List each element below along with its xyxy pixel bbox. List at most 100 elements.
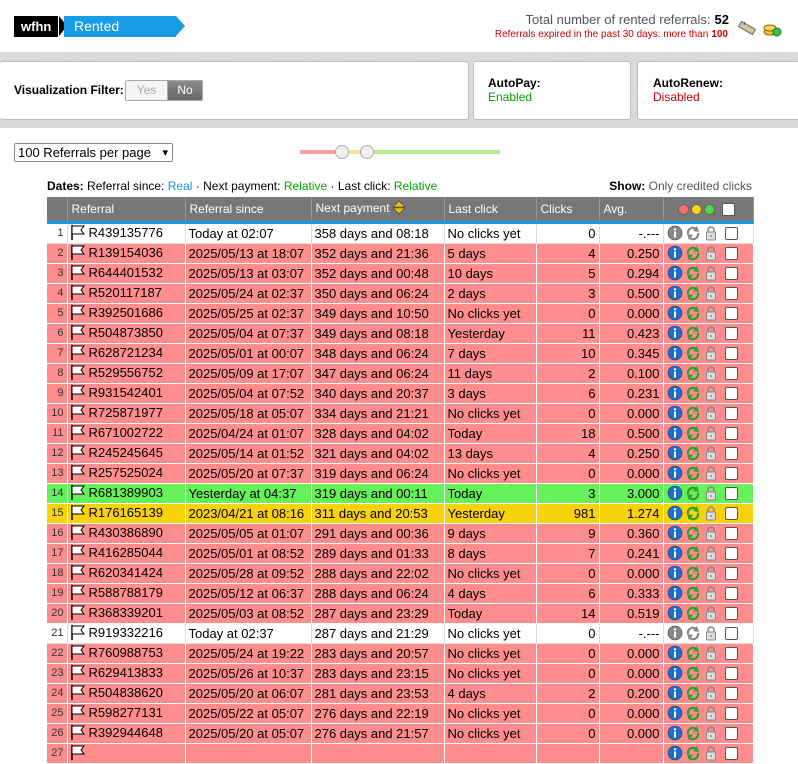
recycle-icon[interactable] bbox=[685, 505, 701, 521]
referral-cell[interactable]: R931542401 bbox=[67, 383, 186, 404]
table-row[interactable]: 4 R520117187 2025/05/24 at 02:37 350 days a… bbox=[47, 283, 754, 304]
referral-cell[interactable]: R245245645 bbox=[67, 443, 186, 464]
table-row[interactable]: 25 R598277131 2025/05/22 at 05:07 276 days … bbox=[47, 703, 754, 724]
lock-icon[interactable] bbox=[703, 745, 719, 761]
recycle-icon[interactable] bbox=[685, 545, 701, 561]
table-row[interactable]: 20 R368339201 2025/05/03 at 08:52 287 days … bbox=[47, 603, 754, 624]
referral-cell[interactable]: R644401532 bbox=[67, 263, 186, 284]
select-all-checkbox[interactable] bbox=[721, 202, 735, 216]
table-row[interactable]: 8 R529556752 2025/05/09 at 17:07 347 days a… bbox=[47, 363, 754, 384]
info-icon[interactable] bbox=[667, 485, 683, 501]
row-checkbox[interactable] bbox=[724, 566, 738, 580]
red-filter-icon[interactable] bbox=[677, 203, 689, 215]
lock-icon[interactable] bbox=[703, 325, 719, 341]
flag-icon[interactable] bbox=[70, 504, 86, 523]
recycle-icon[interactable] bbox=[685, 405, 701, 421]
lock-icon[interactable] bbox=[703, 565, 719, 581]
row-checkbox[interactable] bbox=[724, 606, 738, 620]
info-icon[interactable] bbox=[667, 465, 683, 481]
flag-icon[interactable] bbox=[70, 424, 86, 443]
referral-cell[interactable]: R671002722 bbox=[67, 423, 186, 444]
autopay-status[interactable]: Enabled bbox=[488, 90, 532, 104]
info-icon[interactable] bbox=[667, 405, 683, 421]
row-checkbox[interactable] bbox=[724, 346, 738, 360]
recycle-icon[interactable] bbox=[685, 585, 701, 601]
coins-icon[interactable] bbox=[762, 18, 782, 38]
ruler-icon[interactable] bbox=[737, 18, 757, 38]
table-row[interactable]: 3 R644401532 2025/05/13 at 03:07 352 days a… bbox=[47, 263, 754, 284]
visualization-filter-toggle[interactable]: Yes No bbox=[125, 80, 203, 101]
recycle-icon[interactable] bbox=[685, 485, 701, 501]
lock-icon[interactable] bbox=[703, 465, 719, 481]
referral-cell[interactable]: R257525024 bbox=[67, 463, 186, 484]
info-icon[interactable] bbox=[667, 565, 683, 581]
recycle-icon[interactable] bbox=[685, 705, 701, 721]
info-icon[interactable] bbox=[667, 585, 683, 601]
per-page-select[interactable]: 100 Referrals per page ▾ bbox=[14, 143, 173, 162]
referral-cell[interactable]: R439135776 bbox=[67, 222, 186, 244]
table-row[interactable]: 27 bbox=[47, 743, 754, 764]
breadcrumb-root[interactable]: wfhn bbox=[14, 16, 59, 37]
recycle-icon[interactable] bbox=[685, 685, 701, 701]
recycle-icon[interactable] bbox=[685, 385, 701, 401]
lock-icon[interactable] bbox=[703, 585, 719, 601]
referral-cell[interactable]: R139154036 bbox=[67, 243, 186, 264]
lock-icon[interactable] bbox=[703, 425, 719, 441]
flag-icon[interactable] bbox=[70, 264, 86, 283]
row-checkbox[interactable] bbox=[724, 286, 738, 300]
referral-cell[interactable]: R392944648 bbox=[67, 723, 186, 744]
info-icon[interactable] bbox=[667, 505, 683, 521]
referral-cell[interactable]: R520117187 bbox=[67, 283, 186, 304]
referral-cell[interactable]: R588788179 bbox=[67, 583, 186, 604]
recycle-icon[interactable] bbox=[685, 625, 701, 641]
referral-cell[interactable]: R725871977 bbox=[67, 403, 186, 424]
flag-icon[interactable] bbox=[70, 584, 86, 603]
info-icon[interactable] bbox=[667, 645, 683, 661]
flag-icon[interactable] bbox=[70, 644, 86, 663]
referral-cell[interactable] bbox=[67, 743, 186, 764]
flag-icon[interactable] bbox=[70, 444, 86, 463]
col-clicks-header[interactable]: Clicks bbox=[536, 197, 600, 224]
row-checkbox[interactable] bbox=[724, 646, 738, 660]
row-checkbox[interactable] bbox=[724, 426, 738, 440]
referral-cell[interactable]: R529556752 bbox=[67, 363, 186, 384]
referral-cell[interactable]: R176165139 bbox=[67, 503, 186, 524]
slider-handle-left[interactable] bbox=[335, 145, 349, 159]
recycle-icon[interactable] bbox=[685, 425, 701, 441]
table-row[interactable]: 6 R504873850 2025/05/04 at 07:37 349 days a… bbox=[47, 323, 754, 344]
lock-icon[interactable] bbox=[703, 665, 719, 681]
filter-slider-track[interactable] bbox=[300, 150, 500, 154]
lock-icon[interactable] bbox=[703, 385, 719, 401]
row-checkbox[interactable] bbox=[724, 526, 738, 540]
last-click-mode[interactable]: Relative bbox=[394, 179, 437, 193]
info-icon[interactable] bbox=[667, 385, 683, 401]
referral-cell[interactable]: R504873850 bbox=[67, 323, 186, 344]
lock-icon[interactable] bbox=[703, 525, 719, 541]
row-checkbox[interactable] bbox=[724, 266, 738, 280]
info-icon[interactable] bbox=[667, 605, 683, 621]
row-checkbox[interactable] bbox=[724, 686, 738, 700]
table-row[interactable]: 23 R629413833 2025/05/26 at 10:37 283 days … bbox=[47, 663, 754, 684]
row-checkbox[interactable] bbox=[724, 226, 738, 240]
lock-icon[interactable] bbox=[703, 705, 719, 721]
filter-no-button[interactable]: No bbox=[168, 81, 202, 100]
row-checkbox[interactable] bbox=[724, 466, 738, 480]
info-icon[interactable] bbox=[667, 685, 683, 701]
info-icon[interactable] bbox=[667, 545, 683, 561]
info-icon[interactable] bbox=[667, 525, 683, 541]
recycle-icon[interactable] bbox=[685, 525, 701, 541]
recycle-icon[interactable] bbox=[685, 725, 701, 741]
table-row[interactable]: 21 R919332216 Today at 02:37 287 days and 2… bbox=[47, 623, 754, 644]
recycle-icon[interactable] bbox=[685, 745, 701, 761]
table-row[interactable]: 13 R257525024 2025/05/20 at 07:37 319 days … bbox=[47, 463, 754, 484]
lock-icon[interactable] bbox=[703, 485, 719, 501]
row-checkbox[interactable] bbox=[724, 386, 738, 400]
row-checkbox[interactable] bbox=[724, 706, 738, 720]
referral-cell[interactable]: R681389903 bbox=[67, 483, 186, 504]
info-icon[interactable] bbox=[667, 265, 683, 281]
info-icon[interactable] bbox=[667, 225, 683, 241]
row-checkbox[interactable] bbox=[724, 666, 738, 680]
row-checkbox[interactable] bbox=[724, 726, 738, 740]
table-row[interactable]: 17 R416285044 2025/05/01 at 08:52 289 days … bbox=[47, 543, 754, 564]
table-row[interactable]: 14 R681389903 Yesterday at 04:37 319 days a… bbox=[47, 483, 754, 504]
